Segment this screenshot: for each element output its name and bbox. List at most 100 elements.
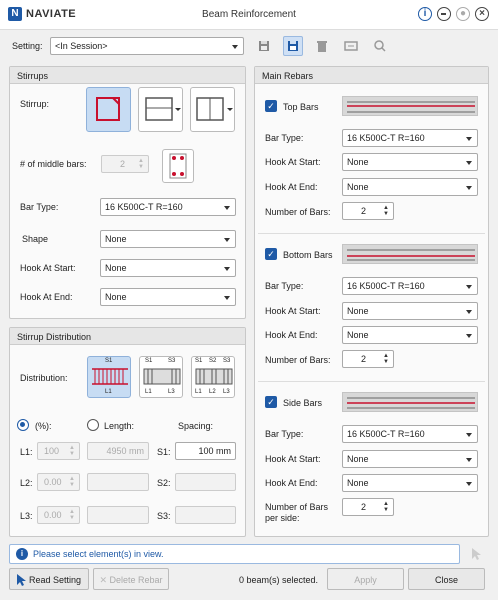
chevron-down-icon — [466, 137, 472, 141]
distribution-header: Stirrup Distribution — [10, 328, 245, 345]
restore-icon[interactable]: ● — [456, 7, 470, 21]
length-radio[interactable] — [87, 419, 99, 431]
distribution-triple-option[interactable]: S1 S2 S3 L1 L2 L3 — [191, 356, 235, 398]
setting-dropdown[interactable]: <In Session> — [50, 37, 244, 55]
close-button[interactable]: Close — [408, 568, 485, 590]
chevron-down-icon — [224, 206, 230, 210]
percent-radio[interactable] — [17, 419, 29, 431]
chevron-down-icon — [466, 285, 472, 289]
s1-spacing-field[interactable]: 100 mm — [175, 442, 236, 460]
selection-count: 0 beam(s) selected. — [239, 575, 319, 585]
l2-length-field[interactable] — [87, 473, 149, 491]
stepper-arrows-icon: ▲ ▼ — [383, 501, 389, 513]
side-num-bars-stepper[interactable]: 2 ▲ ▼ — [342, 498, 394, 516]
l3-length-field[interactable] — [87, 506, 149, 524]
top-bar-type-dropdown[interactable]: 16 K500C-T R=160 — [342, 129, 478, 147]
l1-stepper[interactable]: 100 ▲ ▼ — [37, 442, 80, 460]
l2-value: 0.00 — [44, 477, 62, 487]
side-hook-start-value: None — [347, 454, 369, 464]
stepper-arrows-icon: ▲ ▼ — [383, 205, 389, 217]
middle-bars-label: # of middle bars: — [20, 159, 87, 169]
side-bars-checkbox[interactable]: ✓ — [265, 396, 277, 408]
option1-s1: S1 — [105, 358, 113, 364]
rename-icon[interactable] — [341, 36, 361, 56]
distribution-double-option[interactable]: S1 S3 L1 L3 — [139, 356, 183, 398]
minimize-icon[interactable] — [437, 7, 451, 21]
bottom-num-bars-stepper[interactable]: 2 ▲ ▼ — [342, 350, 394, 368]
stepper-arrows-icon: ▲ ▼ — [69, 476, 75, 488]
side-bars-label: Side Bars — [283, 398, 323, 408]
search-icon[interactable] — [370, 36, 390, 56]
stirrup-hook-start-label: Hook At Start: — [20, 263, 76, 273]
chevron-down-icon — [466, 334, 472, 338]
stirrup-hook-end-value: None — [105, 292, 127, 302]
bottom-num-bars-label: Number of Bars: — [265, 355, 331, 365]
stirrup-closed-option[interactable] — [86, 87, 131, 132]
save-as-icon[interactable] — [283, 36, 303, 56]
close-icon[interactable]: × — [475, 7, 489, 21]
option2-l1: L1 — [145, 389, 152, 395]
option3-l3: L3 — [223, 389, 230, 395]
bottom-hook-end-dropdown[interactable]: None — [342, 326, 478, 344]
shape-dropdown[interactable]: None — [100, 230, 236, 248]
apply-button[interactable]: Apply — [327, 568, 404, 590]
l3-label: L3: — [20, 511, 33, 521]
chevron-down-icon — [466, 482, 472, 486]
delete-rebar-button[interactable]: ✕ Delete Rebar — [93, 568, 169, 590]
option2-l3: L3 — [168, 389, 175, 395]
bottom-hook-start-label: Hook At Start: — [265, 306, 321, 316]
l3-stepper[interactable]: 0.00 ▲ ▼ — [37, 506, 80, 524]
top-num-bars-stepper[interactable]: 2 ▲ ▼ — [342, 202, 394, 220]
side-num-bars-label-2: per side: — [265, 513, 300, 523]
read-setting-button[interactable]: Read Setting — [9, 568, 89, 590]
help-icon[interactable]: i — [418, 7, 432, 21]
option3-s1: S1 — [195, 358, 203, 364]
bottom-bar-type-dropdown[interactable]: 16 K500C-T R=160 — [342, 277, 478, 295]
bottom-bars-label: Bottom Bars — [283, 250, 333, 260]
side-hook-start-dropdown[interactable]: None — [342, 450, 478, 468]
stirrup-open-option[interactable] — [138, 87, 183, 132]
option2-s1: S1 — [145, 358, 153, 364]
l1-length-field[interactable]: 4950 mm — [87, 442, 149, 460]
chevron-down-icon — [466, 310, 472, 314]
main-rebars-header: Main Rebars — [255, 67, 488, 84]
s3-spacing-field[interactable] — [175, 506, 236, 524]
side-bar-type-label: Bar Type: — [265, 429, 304, 439]
stirrup-hook-end-dropdown[interactable]: None — [100, 288, 236, 306]
save-icon[interactable] — [254, 36, 274, 56]
middle-bars-preview-icon — [162, 149, 194, 183]
length-label: Length: — [104, 421, 135, 431]
stirrup-hook-end-label: Hook At End: — [20, 292, 73, 302]
option3-s2: S2 — [209, 358, 217, 364]
shape-label: Shape — [22, 234, 49, 244]
middle-bars-stepper[interactable]: 2 ▲ ▼ — [101, 155, 149, 173]
top-bars-checkbox[interactable]: ✓ — [265, 100, 277, 112]
top-hook-start-dropdown[interactable]: None — [342, 153, 478, 171]
side-hook-start-label: Hook At Start: — [265, 454, 321, 464]
distribution-single-option[interactable]: S1 L1 — [87, 356, 131, 398]
stirrup-double-option[interactable] — [190, 87, 235, 132]
stirrup-hook-start-value: None — [105, 263, 127, 273]
distribution-title: Stirrup Distribution — [17, 332, 92, 342]
option2-s3: S3 — [168, 358, 176, 364]
top-hook-end-dropdown[interactable]: None — [342, 178, 478, 196]
l1-label: L1: — [20, 447, 33, 457]
bottom-bars-checkbox[interactable]: ✓ — [265, 248, 277, 260]
stirrup-hook-start-dropdown[interactable]: None — [100, 259, 236, 277]
l2-stepper[interactable]: 0.00 ▲ ▼ — [37, 473, 80, 491]
setting-value: <In Session> — [55, 41, 108, 51]
s2-spacing-field[interactable] — [175, 473, 236, 491]
side-bar-type-dropdown[interactable]: 16 K500C-T R=160 — [342, 425, 478, 443]
stirrup-bar-type-dropdown[interactable]: 16 K500C-T R=160 — [100, 198, 236, 216]
status-pointer-icon[interactable] — [466, 544, 486, 564]
l3-value: 0.00 — [44, 510, 62, 520]
bottom-hook-end-label: Hook At End: — [265, 330, 318, 340]
side-num-bars-value: 2 — [361, 502, 367, 512]
side-hook-end-dropdown[interactable]: None — [342, 474, 478, 492]
delete-icon[interactable] — [312, 36, 332, 56]
chevron-down-icon — [232, 45, 238, 49]
side-num-bars-label-1: Number of Bars — [265, 502, 329, 512]
side-bar-type-value: 16 K500C-T R=160 — [347, 429, 425, 439]
bottom-hook-start-dropdown[interactable]: None — [342, 302, 478, 320]
stirrup-bar-type-value: 16 K500C-T R=160 — [105, 202, 183, 212]
